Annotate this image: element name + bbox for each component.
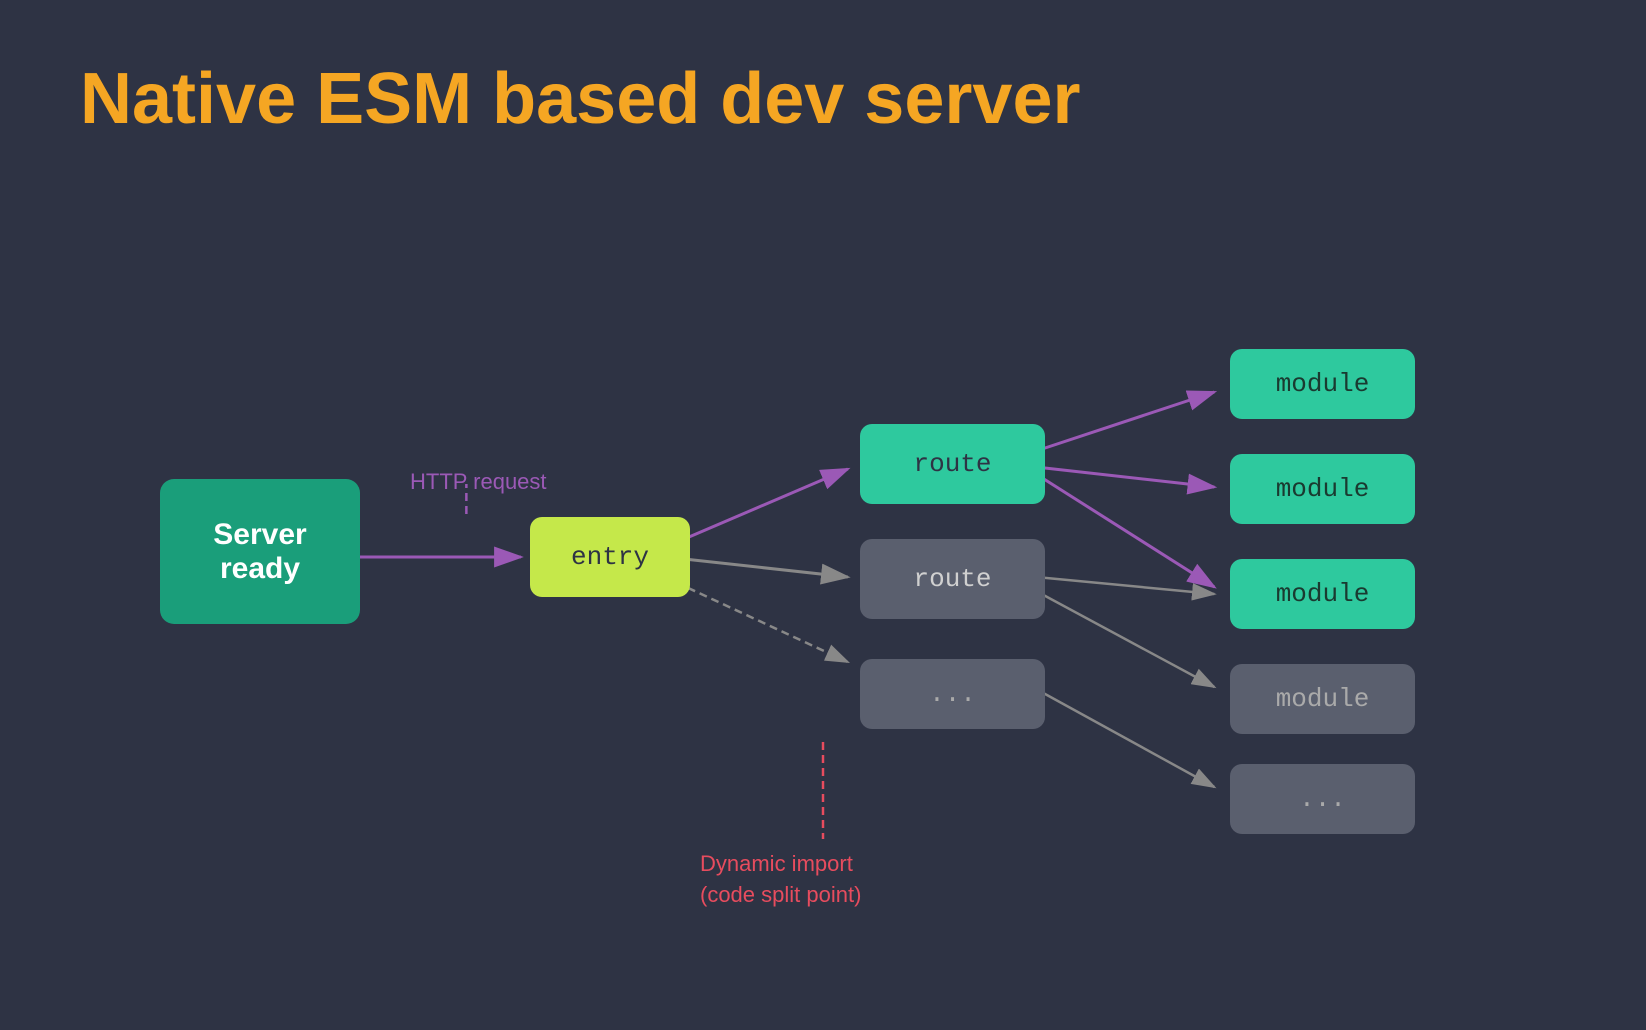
module-1-node: module	[1230, 349, 1415, 419]
entry-node: entry	[530, 517, 690, 597]
module-3-node: module	[1230, 559, 1415, 629]
module-4-node: module	[1230, 664, 1415, 734]
dynamic-import-line1: Dynamic import	[700, 851, 853, 876]
dynamic-import-line2: (code split point)	[700, 882, 861, 907]
dots-right-node: ...	[1230, 764, 1415, 834]
http-request-label: HTTP request	[410, 469, 547, 495]
server-ready-node: Serverready	[160, 479, 360, 624]
page-title: Native ESM based dev server	[80, 60, 1566, 139]
diagram: Serverready entry route route ... module…	[80, 199, 1566, 949]
dots-left-node: ...	[860, 659, 1045, 729]
slide: Native ESM based dev server	[0, 0, 1646, 1030]
dynamic-import-label: Dynamic import (code split point)	[700, 849, 861, 911]
route-green-node: route	[860, 424, 1045, 504]
module-2-node: module	[1230, 454, 1415, 524]
route-gray-node: route	[860, 539, 1045, 619]
